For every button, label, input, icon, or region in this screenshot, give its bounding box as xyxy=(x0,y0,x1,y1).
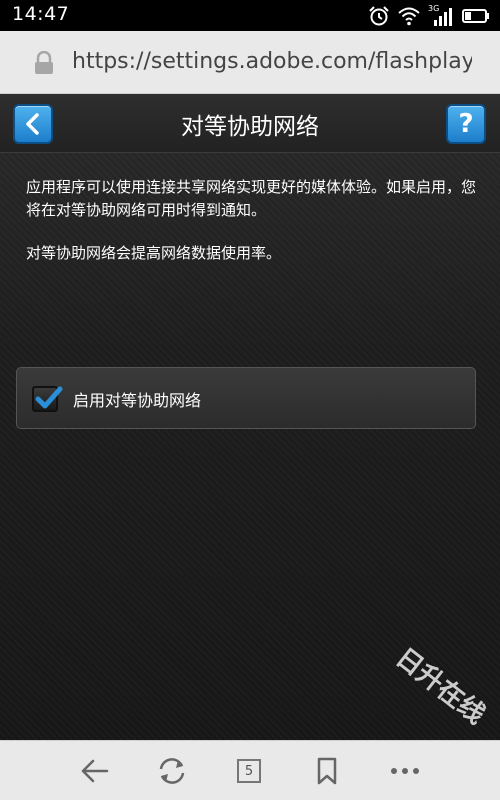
more-icon xyxy=(391,768,419,774)
back-button[interactable] xyxy=(13,104,53,144)
network-type: 3G xyxy=(428,4,440,13)
url-bar[interactable]: https://settings.adobe.com/flashplaye.. xyxy=(0,31,500,94)
watermark: 日升在线 xyxy=(389,642,491,731)
back-nav-button[interactable] xyxy=(78,755,112,787)
page-header: 对等协助网络 ? xyxy=(0,94,500,153)
reload-button[interactable] xyxy=(155,755,189,787)
data-usage-note: 对等协助网络会提高网络数据使用率。 xyxy=(26,244,282,262)
wifi-icon xyxy=(398,6,420,26)
browser-toolbar: 5 xyxy=(0,740,500,800)
signal-icon: 3G xyxy=(428,4,454,26)
bookmark-button[interactable] xyxy=(310,755,344,787)
url-text[interactable]: https://settings.adobe.com/flashplaye.. xyxy=(72,49,472,74)
enable-p2p-label: 启用对等协助网络 xyxy=(73,391,202,410)
status-time: 14:47 xyxy=(12,3,70,25)
status-icons: 3G xyxy=(368,4,490,27)
bookmark-icon xyxy=(317,757,337,785)
back-arrow-icon xyxy=(81,759,109,783)
status-bar: 14:47 3G xyxy=(0,0,500,31)
screen: 14:47 3G https://settings.adobe.com/flas… xyxy=(0,0,500,800)
help-button[interactable]: ? xyxy=(446,104,486,144)
tabs-icon: 5 xyxy=(237,759,261,783)
reload-icon xyxy=(159,758,185,784)
description-text: 应用程序可以使用连接共享网络实现更好的媒体体验。如果启用，您将在对等协助网络可用… xyxy=(26,178,477,219)
battery-icon xyxy=(462,8,490,24)
enable-p2p-option[interactable]: 启用对等协助网络 xyxy=(16,367,476,429)
lock-icon xyxy=(33,50,55,79)
page-title: 对等协助网络 xyxy=(181,114,319,140)
alarm-icon xyxy=(368,5,390,27)
checkmark-icon xyxy=(35,386,63,409)
page-content: 对等协助网络 ? 应用程序可以使用连接共享网络实现更好的媒体体验。如果启用，您将… xyxy=(0,94,500,740)
chevron-left-icon xyxy=(26,113,39,135)
help-icon: ? xyxy=(458,109,474,139)
tabs-button[interactable]: 5 xyxy=(232,755,266,787)
more-button[interactable] xyxy=(388,755,422,787)
enable-p2p-checkbox[interactable] xyxy=(32,386,63,412)
